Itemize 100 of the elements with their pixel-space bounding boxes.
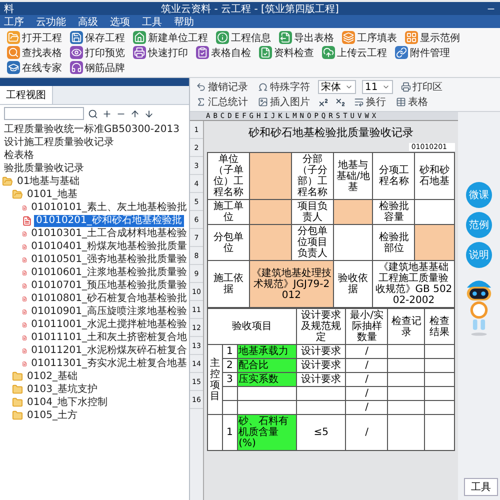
toolbar-button[interactable]: 打印预览 bbox=[67, 45, 128, 60]
table-header: 检查结果 bbox=[424, 308, 454, 344]
stack-icon bbox=[342, 31, 355, 44]
tab[interactable]: 工程视图 bbox=[0, 86, 53, 104]
table-cell: / bbox=[346, 400, 388, 414]
menu-item[interactable]: 选项 bbox=[110, 14, 130, 28]
cloud-upload-icon bbox=[322, 46, 335, 59]
image-icon bbox=[258, 97, 268, 107]
folder-icon bbox=[7, 31, 20, 44]
tree-item[interactable]: 01010401_粉煤灰地基检验批质量 bbox=[29, 240, 189, 252]
toolbar-button[interactable]: 工序填表 bbox=[339, 30, 400, 45]
tree-item[interactable]: 01010901_高压旋喷注浆地基检验 bbox=[29, 306, 189, 318]
toolbar-button[interactable]: 保存工程 bbox=[67, 30, 128, 45]
toolbar-button[interactable]: 附件管理 bbox=[392, 45, 453, 60]
menu-item[interactable]: 工具 bbox=[142, 14, 162, 28]
toolbar-button[interactable]: 新建单位工程 bbox=[130, 30, 211, 45]
menu-item[interactable]: 高级 bbox=[78, 14, 98, 28]
tree-item[interactable]: 01010301_土工合成材料地基检验 bbox=[29, 228, 189, 240]
arrow-down-icon[interactable] bbox=[144, 108, 154, 118]
toolbar-button[interactable]: 导出表格 bbox=[276, 30, 337, 45]
table-cell: / bbox=[346, 344, 388, 358]
tree-item[interactable]: 01010501_强夯地基检验批质量验 bbox=[29, 254, 189, 266]
tree-item[interactable]: 0104_地下水控制 bbox=[25, 396, 110, 408]
search-field[interactable] bbox=[4, 107, 84, 120]
document-icon bbox=[22, 254, 28, 264]
tree-item[interactable]: 0103_基坑支护 bbox=[25, 384, 100, 396]
toolbar-button[interactable]: 资料检查 bbox=[256, 45, 317, 60]
dropdown[interactable]: 11 bbox=[362, 80, 393, 94]
toolbar-button[interactable]: 快速打印 bbox=[130, 45, 191, 60]
menu-item[interactable]: 帮助 bbox=[174, 14, 194, 28]
toolbar-button[interactable]: 钢筋品牌 bbox=[67, 60, 128, 75]
superscript-icon[interactable] bbox=[318, 96, 329, 108]
section-cell: 主控项目 bbox=[208, 344, 222, 414]
table-cell: 分包单位 bbox=[208, 224, 250, 260]
toolbar-button[interactable]: 撤销记录 bbox=[194, 80, 250, 94]
toolbar-button[interactable]: 查找表格 bbox=[4, 45, 65, 60]
link-icon bbox=[395, 46, 408, 59]
caret-icon bbox=[382, 83, 390, 91]
tree-item[interactable]: 01011301_夯实水泥土桩复合地基 bbox=[29, 358, 189, 370]
omega-icon bbox=[258, 82, 268, 92]
tree-item[interactable]: 01010101_素土、灰土地基检验批 bbox=[29, 202, 189, 214]
table-cell: 压实系数 bbox=[237, 372, 296, 386]
tree-item[interactable]: 01011101_土和灰土挤密桩复合地 bbox=[29, 332, 189, 344]
table-cell: / bbox=[346, 358, 388, 372]
printer-icon bbox=[133, 46, 146, 59]
toolbar-button[interactable]: 在线专家 bbox=[4, 60, 65, 75]
subscript-icon[interactable] bbox=[335, 96, 346, 108]
toolbar-button[interactable]: 汇总统计 bbox=[194, 95, 250, 109]
tree-item[interactable]: 0102_基础 bbox=[25, 370, 80, 382]
table-cell: 单位（子单位）工程名称 bbox=[208, 152, 250, 200]
tree-item[interactable]: 0105_土方 bbox=[25, 410, 80, 422]
tree-item[interactable]: 设计施工程质量验收记录 bbox=[2, 136, 116, 148]
table-cell: 配合比 bbox=[237, 358, 296, 372]
toolbar-button[interactable]: 打印区 bbox=[398, 80, 445, 94]
document-icon bbox=[22, 320, 28, 330]
toolbar-button[interactable]: 工程信息 bbox=[213, 30, 274, 45]
tree-item[interactable]: 检表格 bbox=[2, 150, 36, 162]
window-title: 筑业云资料 - 云工程 - [筑业第四版工程] bbox=[160, 2, 340, 16]
tree-item[interactable]: 0101_地基 bbox=[25, 188, 80, 200]
search-icon bbox=[7, 46, 20, 59]
toolbar-button[interactable]: 打开工程 bbox=[4, 30, 65, 45]
arrow-up-icon[interactable] bbox=[130, 108, 140, 118]
table-cell: 地基承载力 bbox=[237, 344, 296, 358]
tools-button[interactable]: 工具 bbox=[464, 478, 498, 496]
table-cell: 设计要求 bbox=[296, 358, 346, 372]
table-cell: ≤5 bbox=[296, 414, 346, 450]
table-cell: 设计要求 bbox=[296, 372, 346, 386]
tree-item[interactable]: 01010801_砂石桩复合地基检验批 bbox=[29, 292, 189, 304]
toolbar-button[interactable]: 显示范例 bbox=[402, 30, 463, 45]
tree-item[interactable]: 工程质量验收统一标准GB50300-2013 bbox=[2, 124, 182, 136]
tree-item[interactable]: 01010201_砂和砂石地基检验批 bbox=[34, 214, 184, 226]
toolbar-button[interactable]: 表格 bbox=[394, 95, 430, 109]
toolbar-button[interactable]: 换行 bbox=[352, 95, 388, 109]
tree-item[interactable]: 01011001_水泥土搅拌桩地基检验 bbox=[29, 318, 189, 330]
search-icon[interactable] bbox=[88, 108, 98, 118]
table-cell: 分包单位项目负责人 bbox=[291, 224, 334, 260]
table-cell: 施工单位 bbox=[208, 200, 250, 224]
floppy-disk-icon bbox=[70, 31, 83, 44]
tree-item[interactable]: 01010701_预压地基检验批质量验 bbox=[29, 280, 189, 292]
tree-item[interactable]: 01010601_注浆地基检验批质量验 bbox=[29, 266, 189, 278]
menu-item[interactable]: 云功能 bbox=[36, 14, 66, 28]
tree-item[interactable]: 验批质量验收记录 bbox=[2, 162, 86, 174]
dropdown[interactable]: 宋体 bbox=[318, 80, 356, 94]
wrap-text-icon bbox=[354, 97, 364, 107]
toolbar-button[interactable]: 上传云工程 bbox=[319, 45, 390, 60]
toolbar-button[interactable]: 特殊字符 bbox=[256, 80, 312, 94]
table-cell: 分部（子分部）工程名称 bbox=[291, 152, 334, 200]
toolbar-button[interactable]: 插入图片 bbox=[256, 95, 312, 109]
printer-icon bbox=[400, 82, 411, 92]
headphones-icon bbox=[70, 61, 83, 74]
tree-item[interactable]: 01地基与基础 bbox=[15, 176, 82, 188]
plus-icon[interactable] bbox=[102, 108, 112, 118]
document-icon bbox=[22, 242, 28, 252]
sigma-icon bbox=[196, 97, 206, 107]
tree-item[interactable]: 01011201_水泥粉煤灰碎石桩复合 bbox=[29, 344, 189, 356]
toolbar-button[interactable]: 表格自检 bbox=[193, 45, 254, 60]
table-header: 检查记录 bbox=[388, 308, 425, 344]
table-cell: / bbox=[346, 414, 388, 450]
table-cell: 砂、石料有机质含量(%) bbox=[237, 414, 296, 450]
menu-item[interactable]: 工序 bbox=[4, 14, 24, 28]
